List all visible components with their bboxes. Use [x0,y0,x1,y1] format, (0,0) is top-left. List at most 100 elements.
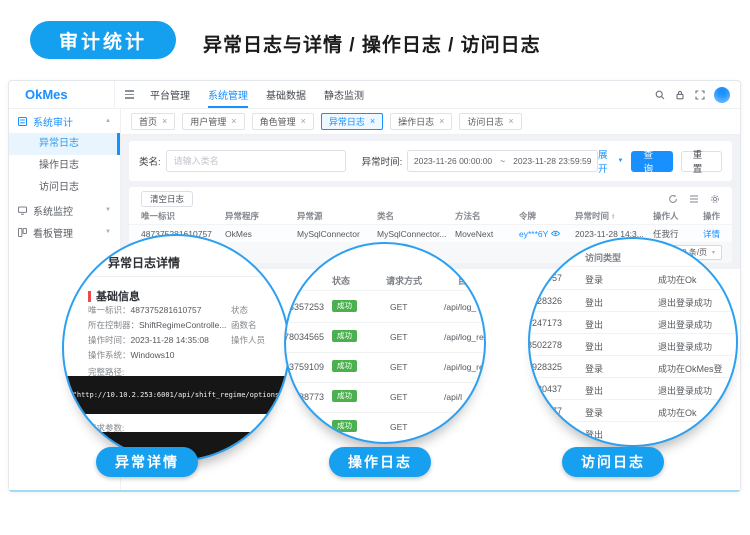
divider [530,399,736,400]
header-actions [654,87,740,103]
col-class: 类名 [377,210,455,222]
detail-section-title: 基础信息 [88,288,140,304]
cell-method: MoveNext [455,229,519,239]
detail-field: 操作时间：2023-11-28 14:35:08 [88,334,209,346]
tab-access-log[interactable]: 访问日志 × [459,113,521,130]
col-time-label: 异常时间 [575,211,609,221]
access-row-type: 登出 [585,384,603,397]
expand-link[interactable]: 展开▼ [598,147,623,175]
nav-item-monitor[interactable]: 静态监测 [324,81,364,108]
divider [286,352,484,353]
access-row-type: 登出 [585,296,603,309]
col-operator: 操作人 [653,210,697,222]
close-icon[interactable]: × [508,117,513,126]
app-header: OkMes 平台管理 系统管理 基础数据 静态监测 [9,81,740,109]
field-value: ShiftRegimeControlle... [139,320,226,330]
col-token: 令牌 [519,210,575,222]
user-avatar[interactable] [714,87,730,103]
clear-logs-button[interactable]: 清空日志 [141,191,193,207]
tab-label: 角色管理 [260,115,296,128]
nav-item-system[interactable]: 系统管理 [208,81,248,108]
nav-item-platform[interactable]: 平台管理 [150,81,190,108]
col-action: 操作 [697,210,720,222]
access-row-id: 7455928326 [528,296,562,306]
tab-label: 访问日志 [467,115,503,128]
detail-link[interactable]: 详情 [697,228,720,240]
access-row-id: 7443730437 [528,384,562,394]
audit-icon [18,117,27,126]
date-from: 2023-11-26 00:00:00 [414,156,492,166]
tab-home[interactable]: 首页× [131,113,175,130]
sidebar-group-label: 系统监控 [33,203,73,218]
access-row-id: 407455928325 [528,362,562,372]
access-row-result: 退出登录成功 [658,318,712,331]
close-icon[interactable]: × [162,117,167,126]
reset-button[interactable]: 重置 [681,151,722,172]
sidebar-item-operation-log[interactable]: 操作日志 [9,155,120,177]
op-row-id: 88773 [284,392,324,402]
op-row-id: 48357253 [284,302,324,312]
tab-roles[interactable]: 角色管理 × [252,113,314,130]
exception-time-label: 异常时间: [362,154,403,168]
access-row-result: 成功在Ok [658,273,697,286]
settings-gear-icon[interactable] [710,194,720,204]
detail-field: 所在控制器：ShiftRegimeControlle... [88,319,226,331]
token-text: ey***6Y [519,229,548,239]
menu-collapse-icon[interactable] [125,90,134,99]
fullscreen-icon[interactable] [694,89,705,100]
query-button[interactable]: 查询 [631,151,672,172]
access-row-id: 502277 [528,406,562,416]
tab-operation-log[interactable]: 操作日志 × [390,113,452,130]
lock-icon[interactable] [674,89,685,100]
access-row-id: 7388248502278 [528,340,562,350]
section-label: 基础信息 [96,288,140,304]
top-nav: 平台管理 系统管理 基础数据 静态监测 [150,81,364,108]
op-col-status: 状态 [332,274,350,287]
sidebar-item-exception-log[interactable]: 异常日志 [9,133,120,155]
date-range-picker[interactable]: 2023-11-26 00:00:00 ~ 2023-11-28 23:59:5… [407,150,598,172]
nav-item-basedata[interactable]: 基础数据 [266,81,306,108]
table-header-row: 唯一标识 异常程序 异常源 类名 方法名 令牌 异常时间▲▼ 操作人 操作 [129,207,732,224]
op-row-method: GET [390,362,407,372]
close-icon[interactable]: × [370,117,375,126]
access-row-result: 成功在OkMes登 [658,362,723,375]
sidebar-group-label: 看板管理 [33,225,73,240]
sidebar-group-kanban[interactable]: 看板管理 ▼ [9,221,120,243]
eye-icon[interactable] [551,230,560,237]
op-row-method: GET [390,422,407,432]
sidebar-item-access-log[interactable]: 访问日志 [9,177,120,199]
detail-field: 唯一标识：487375281610757 [88,304,201,316]
tab-label: 操作日志 [398,115,434,128]
filter-actions: 展开▼ 查询 重置 [598,147,722,175]
close-icon[interactable]: × [301,117,306,126]
sidebar-group-label: 系统审计 [33,114,73,129]
field-value: Windows10 [131,350,175,360]
class-name-input[interactable] [166,150,346,172]
sidebar-group-monitor[interactable]: 系统监控 ▼ [9,199,120,221]
table-toolbar: 清空日志 [129,187,732,207]
back-arrow-icon[interactable]: ← [92,253,104,267]
caption-exception-detail: 异常详情 [96,447,198,477]
col-time[interactable]: 异常时间▲▼ [575,210,653,222]
access-row-type: 登出 [585,318,603,331]
detail-side-label: 状态 [231,304,248,316]
density-icon[interactable] [689,194,699,204]
op-row-method: GET [390,302,407,312]
close-icon[interactable]: × [439,117,444,126]
close-icon[interactable]: × [231,117,236,126]
cell-token[interactable]: ey***6Y [519,229,575,239]
search-icon[interactable] [654,89,665,100]
detail-side-label: 函数名 [231,319,257,331]
access-row-id: 477957 [528,273,562,283]
tab-users[interactable]: 用户管理× [182,113,244,130]
sort-icon[interactable]: ▲▼ [611,213,615,220]
tab-exception-log[interactable]: 异常日志× [321,113,383,130]
refresh-icon[interactable] [668,194,678,204]
access-row-type: 登录 [585,406,603,419]
chevron-down-icon: ▼ [618,158,624,164]
detail-side-label: 操作人员 [231,334,265,346]
access-col-type: 访问类型 [585,251,621,264]
kanban-icon [18,228,27,237]
filter-panel: 类名: 异常时间: 2023-11-26 00:00:00 ~ 2023-11-… [129,141,732,181]
sidebar-group-audit[interactable]: 系统审计 ▲ [9,109,120,133]
